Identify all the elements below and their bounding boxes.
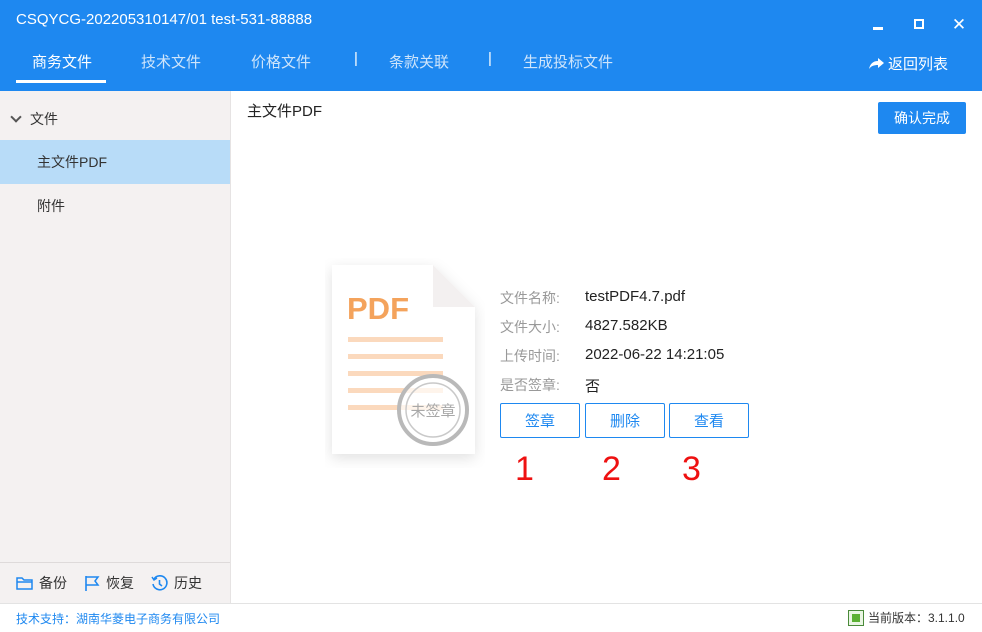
tree-root-files[interactable]: 文件 <box>10 109 58 129</box>
tab-price-files[interactable]: 价格文件 <box>251 51 311 72</box>
tree-root-label: 文件 <box>30 111 58 127</box>
unsigned-stamp-icon: 未签章 <box>397 374 469 446</box>
minimize-icon <box>873 26 883 30</box>
signed-status-label: 是否签章: <box>500 377 560 393</box>
version-text: 当前版本：3.1.1.0 <box>868 611 965 625</box>
confirm-complete-button[interactable]: 确认完成 <box>878 102 966 134</box>
upload-time-value: 2022-06-22 14:21:05 <box>585 346 725 363</box>
status-bar: 技术支持：湖南华菱电子商务有限公司 当前版本：3.1.1.0 <box>0 603 982 632</box>
maximize-icon <box>914 19 924 29</box>
stamp-text: 未签章 <box>410 402 455 420</box>
minimize-button[interactable] <box>868 14 888 34</box>
restore-button[interactable]: 恢复 <box>84 573 134 593</box>
pdf-badge: PDF <box>347 291 409 326</box>
file-name-value: testPDF4.7.pdf <box>585 288 686 305</box>
window-title: CSQYCG-202205310147/01 test-531-88888 <box>16 11 313 28</box>
upload-time-label: 上传时间: <box>500 348 560 364</box>
tab-clause-association[interactable]: 条款关联 <box>389 51 449 72</box>
version-icon <box>848 609 864 626</box>
chevron-down-icon <box>10 111 22 123</box>
maximize-button[interactable] <box>909 14 929 34</box>
backup-button[interactable]: 备份 <box>16 573 67 593</box>
version-info: 当前版本：3.1.1.0 <box>848 609 965 626</box>
close-button[interactable]: ✕ <box>949 14 969 34</box>
tab-separator: | <box>488 50 492 67</box>
sign-button[interactable]: 签章 <box>500 403 580 438</box>
annotation-number: 1 <box>515 450 534 488</box>
folder-icon <box>16 577 33 590</box>
file-size-value: 4827.582KB <box>585 317 668 334</box>
signed-status-value: 否 <box>585 378 601 395</box>
back-to-list-label: 返回列表 <box>888 56 949 73</box>
back-to-list-button[interactable]: 返回列表 <box>869 53 948 74</box>
annotation-number: 2 <box>602 450 621 488</box>
backup-label: 备份 <box>39 575 67 591</box>
history-icon <box>151 574 168 591</box>
tab-technical-files[interactable]: 技术文件 <box>141 51 201 72</box>
history-label: 历史 <box>174 575 202 591</box>
view-button[interactable]: 查看 <box>669 403 749 438</box>
share-arrow-icon <box>869 57 884 69</box>
sidebar-item-attachments[interactable]: 附件 <box>0 184 230 228</box>
active-tab-indicator <box>16 80 106 83</box>
flag-icon <box>85 575 100 591</box>
file-name-label: 文件名称: <box>500 290 560 306</box>
tab-generate-bid-file[interactable]: 生成投标文件 <box>523 51 613 72</box>
page-title: 主文件PDF <box>247 103 323 120</box>
tab-separator: | <box>354 50 358 67</box>
tab-business-files[interactable]: 商务文件 <box>32 51 92 72</box>
restore-label: 恢复 <box>106 575 134 591</box>
annotation-number: 3 <box>682 450 701 488</box>
file-size-label: 文件大小: <box>500 319 560 335</box>
sidebar: 文件 主文件PDF 附件 备份 恢复 历史 <box>0 91 231 603</box>
pdf-file-illustration: PDF 未签章 <box>332 265 475 454</box>
tech-support-text: 技术支持：湖南华菱电子商务有限公司 <box>16 612 221 626</box>
delete-button[interactable]: 删除 <box>585 403 665 438</box>
close-icon: ✕ <box>951 14 967 34</box>
app-header: CSQYCG-202205310147/01 test-531-88888 ✕ … <box>0 0 982 91</box>
sidebar-footer: 备份 恢复 历史 <box>0 562 230 603</box>
sidebar-item-main-pdf[interactable]: 主文件PDF <box>0 140 230 184</box>
history-button[interactable]: 历史 <box>151 573 202 593</box>
